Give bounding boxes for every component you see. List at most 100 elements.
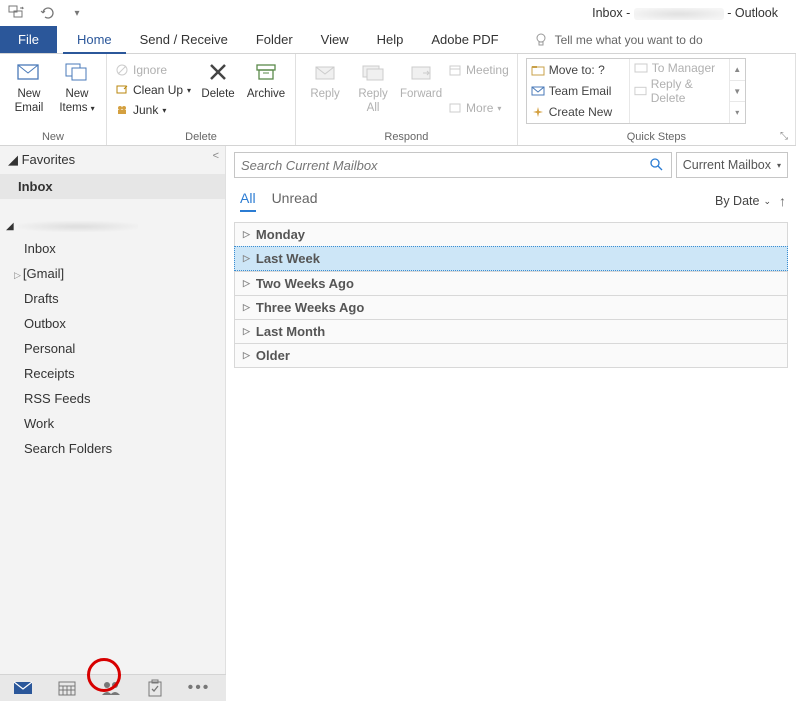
expand-icon: ▷ bbox=[243, 229, 250, 240]
group-monday[interactable]: ▷Monday bbox=[234, 222, 788, 246]
sort-button[interactable]: By Date⌄ bbox=[715, 194, 771, 208]
bottom-nav: ••• bbox=[0, 674, 226, 701]
fav-inbox[interactable]: Inbox bbox=[0, 174, 225, 199]
tab-adobe-pdf[interactable]: Adobe PDF bbox=[417, 26, 512, 53]
forward-button[interactable]: Forward bbox=[400, 58, 442, 102]
navigation-pane: < ◢ Favorites Inbox ◢ Inbox ▷[Gmail] Dra… bbox=[0, 146, 226, 674]
folder-search[interactable]: Search Folders bbox=[0, 436, 225, 461]
ignore-icon bbox=[115, 63, 129, 77]
quicksteps-launcher-icon[interactable]: ⤡ bbox=[780, 131, 792, 143]
sort-direction-icon[interactable]: ↑ bbox=[779, 193, 786, 209]
filter-unread[interactable]: Unread bbox=[272, 190, 318, 212]
tab-folder[interactable]: Folder bbox=[242, 26, 307, 53]
tab-view[interactable]: View bbox=[307, 26, 363, 53]
more-icon bbox=[448, 101, 462, 115]
new-email-button[interactable]: New Email bbox=[8, 58, 50, 116]
quicksteps-gallery[interactable]: Move to: ? Team Email Create New To Mana… bbox=[526, 58, 746, 124]
reply-delete-icon bbox=[634, 85, 647, 97]
tab-home[interactable]: Home bbox=[63, 26, 126, 54]
expand-icon: ▷ bbox=[243, 253, 250, 264]
group-label-new: New bbox=[8, 129, 98, 143]
manager-icon bbox=[634, 62, 648, 74]
expand-icon: ▷ bbox=[243, 302, 250, 313]
account-name-redacted bbox=[18, 221, 138, 232]
account-header[interactable]: ◢ bbox=[0, 213, 225, 236]
team-icon bbox=[531, 85, 545, 97]
folder-drafts[interactable]: Drafts bbox=[0, 286, 225, 311]
new-items-button[interactable]: New Items ▾ bbox=[56, 58, 98, 116]
reply-icon bbox=[311, 58, 339, 86]
tab-file[interactable]: File bbox=[0, 26, 57, 53]
archive-button[interactable]: Archive bbox=[245, 58, 287, 102]
nav-tasks-icon[interactable] bbox=[144, 678, 166, 698]
folder-rss[interactable]: RSS Feeds bbox=[0, 386, 225, 411]
undo-icon[interactable] bbox=[36, 4, 58, 22]
search-input[interactable] bbox=[241, 158, 649, 173]
delete-button[interactable]: Delete bbox=[197, 58, 239, 102]
group-two-weeks[interactable]: ▷Two Weeks Ago bbox=[234, 271, 788, 295]
folder-gmail[interactable]: ▷[Gmail] bbox=[0, 261, 225, 286]
window-title: Inbox - - Outlook bbox=[88, 6, 790, 20]
folder-personal[interactable]: Personal bbox=[0, 336, 225, 361]
group-last-week[interactable]: ▷Last Week bbox=[234, 246, 788, 271]
folder-receipts[interactable]: Receipts bbox=[0, 361, 225, 386]
ribbon-tabs: File Home Send / Receive Folder View Hel… bbox=[0, 26, 796, 54]
search-box[interactable] bbox=[234, 152, 672, 178]
cleanup-icon bbox=[115, 83, 129, 97]
group-label-quicksteps: Quick Steps bbox=[526, 129, 787, 143]
reply-button[interactable]: Reply bbox=[304, 58, 346, 102]
filter-all[interactable]: All bbox=[240, 190, 256, 212]
nav-mail-icon[interactable] bbox=[12, 678, 34, 698]
forward-icon bbox=[407, 58, 435, 86]
group-three-weeks[interactable]: ▷Three Weeks Ago bbox=[234, 295, 788, 319]
folder-outbox[interactable]: Outbox bbox=[0, 311, 225, 336]
main-area: < ◢ Favorites Inbox ◢ Inbox ▷[Gmail] Dra… bbox=[0, 146, 796, 674]
archive-icon bbox=[252, 58, 280, 86]
more-respond-button[interactable]: More▾ bbox=[448, 98, 509, 118]
junk-icon bbox=[115, 103, 129, 117]
group-last-month[interactable]: ▷Last Month bbox=[234, 319, 788, 343]
qs-expand[interactable]: ▾ bbox=[730, 102, 745, 123]
ribbon-group-respond: Reply Reply All Forward Meeting More▾ Re… bbox=[296, 54, 518, 145]
new-email-icon bbox=[15, 58, 43, 86]
expand-icon: ▷ bbox=[243, 350, 250, 361]
account-redacted bbox=[634, 8, 724, 20]
sparkle-icon bbox=[531, 106, 545, 118]
favorites-header[interactable]: ◢ Favorites bbox=[0, 146, 225, 174]
folder-work[interactable]: Work bbox=[0, 411, 225, 436]
ribbon-group-delete: Ignore Clean Up▾ Junk▾ Delete Archive De… bbox=[107, 54, 296, 145]
ribbon-group-new: New Email New Items ▾ New bbox=[0, 54, 107, 145]
nav-people-icon[interactable] bbox=[100, 678, 122, 698]
junk-button[interactable]: Junk▾ bbox=[115, 100, 191, 120]
message-groups: ▷Monday ▷Last Week ▷Two Weeks Ago ▷Three… bbox=[234, 222, 788, 368]
reply-all-icon bbox=[359, 58, 387, 86]
new-items-icon bbox=[63, 58, 91, 86]
group-label-delete: Delete bbox=[115, 129, 287, 143]
ribbon-group-quicksteps: Move to: ? Team Email Create New To Mana… bbox=[518, 54, 796, 145]
qat-customize-icon[interactable]: ▾ bbox=[66, 4, 88, 22]
qs-scroll-down[interactable]: ▼ bbox=[730, 81, 745, 103]
ignore-button[interactable]: Ignore bbox=[115, 60, 191, 80]
title-bar: ▾ Inbox - - Outlook bbox=[0, 0, 796, 26]
reply-all-button[interactable]: Reply All bbox=[352, 58, 394, 116]
tell-me-box[interactable]: Tell me what you want to do bbox=[533, 26, 703, 53]
lightbulb-icon bbox=[533, 32, 549, 48]
nav-more-icon[interactable]: ••• bbox=[188, 678, 210, 698]
meeting-button[interactable]: Meeting bbox=[448, 60, 509, 80]
qat-send-receive-icon[interactable] bbox=[6, 4, 28, 22]
qs-scroll-up[interactable]: ▲ bbox=[730, 59, 745, 81]
meeting-icon bbox=[448, 63, 462, 77]
group-older[interactable]: ▷Older bbox=[234, 343, 788, 368]
nav-calendar-icon[interactable] bbox=[56, 678, 78, 698]
tab-send-receive[interactable]: Send / Receive bbox=[126, 26, 242, 53]
folder-inbox[interactable]: Inbox bbox=[0, 236, 225, 261]
cleanup-button[interactable]: Clean Up▾ bbox=[115, 80, 191, 100]
collapse-nav-icon[interactable]: < bbox=[213, 150, 219, 162]
tab-help[interactable]: Help bbox=[363, 26, 418, 53]
expand-icon: ▷ bbox=[243, 278, 250, 289]
expand-icon: ▷ bbox=[243, 326, 250, 337]
delete-icon bbox=[204, 58, 232, 86]
search-icon[interactable] bbox=[649, 157, 665, 173]
ribbon: New Email New Items ▾ New Ignore Clean U… bbox=[0, 54, 796, 146]
search-scope-dropdown[interactable]: Current Mailbox▾ bbox=[676, 152, 788, 178]
